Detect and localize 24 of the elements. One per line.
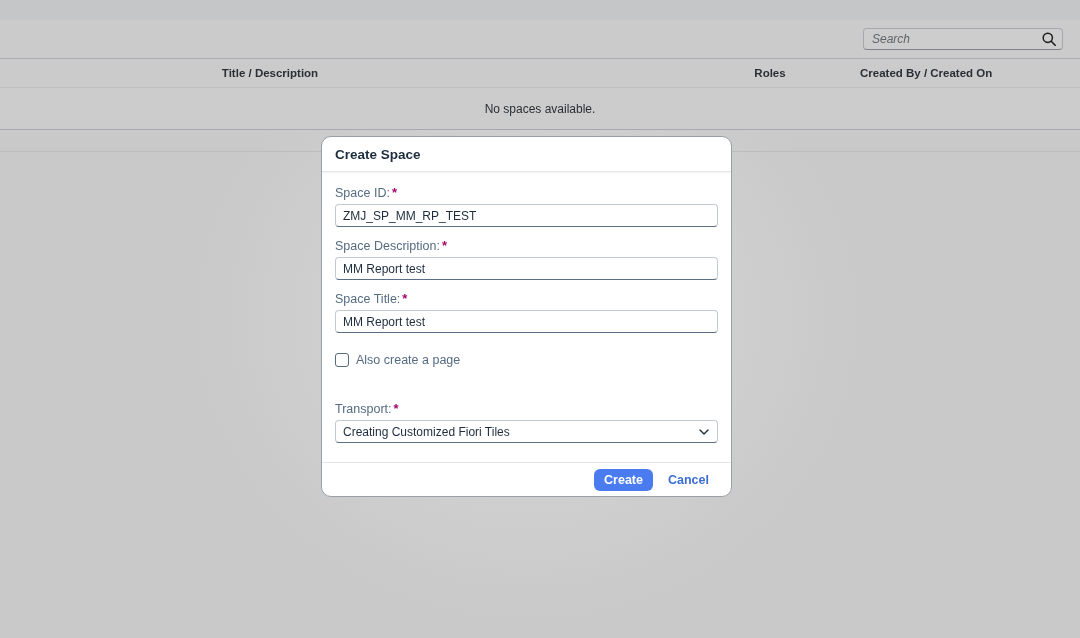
- field-label: Space Title:: [335, 291, 401, 306]
- cancel-button[interactable]: Cancel: [657, 468, 720, 491]
- chevron-down-icon[interactable]: [699, 428, 709, 435]
- required-mark: *: [402, 292, 408, 305]
- required-mark: *: [441, 239, 447, 252]
- column-header: Title / Description: [221, 67, 319, 79]
- field-label: Space Description:: [335, 238, 440, 253]
- required-mark: *: [391, 186, 397, 199]
- field-label: Space ID:: [335, 185, 390, 200]
- empty-table-message: No spaces available.: [484, 101, 596, 116]
- column-header: Roles: [754, 67, 786, 79]
- transport-select[interactable]: Creating Customized Fiori Tiles: [335, 420, 718, 443]
- text-input[interactable]: MM Report test: [335, 310, 718, 333]
- required-mark: *: [393, 402, 399, 415]
- column-header: Created By / Created On: [860, 67, 993, 79]
- dialog-title: Create Space: [335, 146, 421, 162]
- field-label: Transport:: [335, 401, 392, 416]
- checkbox-label: Also create a page: [356, 353, 461, 367]
- search-field[interactable]: Search: [863, 28, 1063, 50]
- text-input[interactable]: ZMJ_SP_MM_RP_TEST: [335, 204, 718, 227]
- checkbox[interactable]: [335, 353, 349, 367]
- text-input[interactable]: MM Report test: [335, 257, 718, 280]
- create-button[interactable]: Create: [594, 468, 653, 491]
- search-icon[interactable]: [1042, 32, 1056, 46]
